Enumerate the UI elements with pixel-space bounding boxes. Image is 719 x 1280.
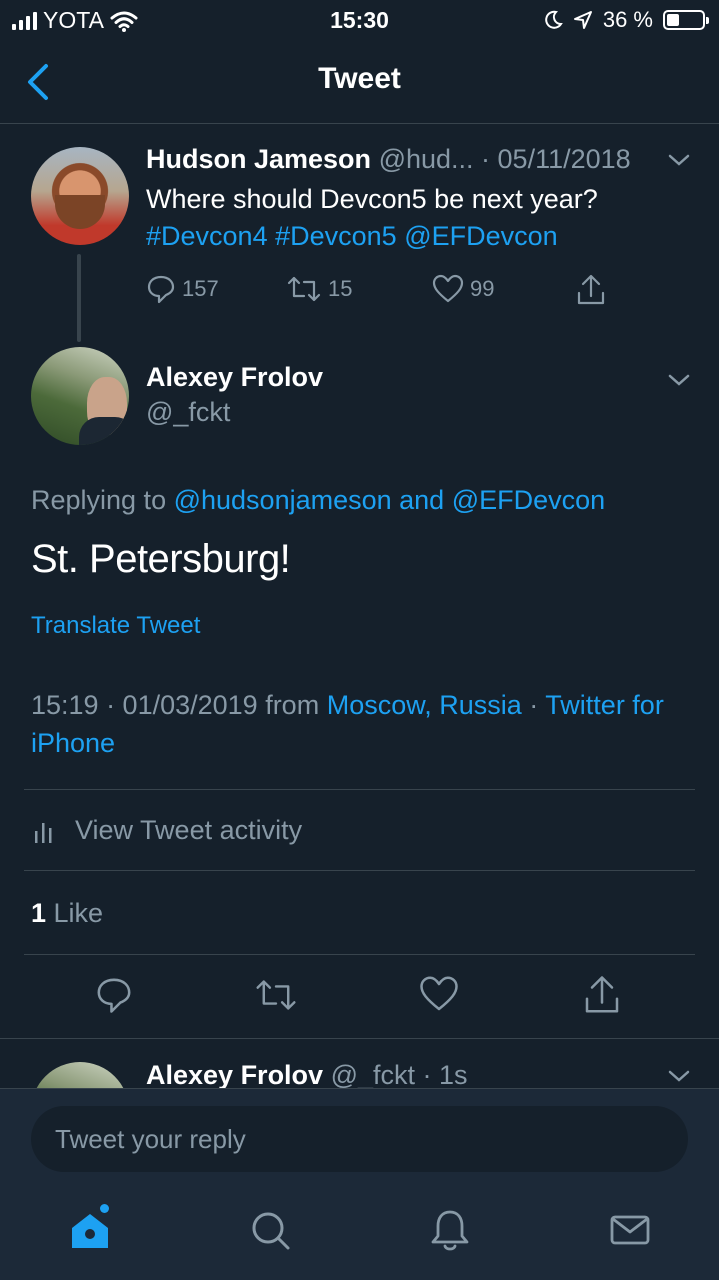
tweet-date: 05/11/2018: [497, 144, 631, 174]
replying-prefix: Replying to: [31, 485, 174, 515]
view-tweet-activity[interactable]: View Tweet activity: [33, 815, 302, 846]
divider: [24, 870, 695, 871]
nav-header: Tweet: [0, 40, 719, 124]
parent-tweet-text: Where should Devcon5 be next year? #Devc…: [146, 181, 686, 255]
status-right: 36 %: [543, 7, 709, 33]
tweet-body: Where should Devcon5 be next year?: [146, 184, 598, 214]
divider: [24, 954, 695, 955]
parent-tweet-header: Hudson Jameson @hud... · 05/11/2018: [146, 144, 631, 175]
author-name[interactable]: Alexey Frolov: [146, 362, 323, 393]
home-icon[interactable]: [68, 1208, 112, 1252]
retweet-count: 15: [328, 276, 353, 301]
likes-summary[interactable]: 1 Like: [31, 898, 103, 929]
reply-icon[interactable]: [95, 975, 133, 1015]
likes-count: 1: [31, 898, 47, 928]
divider: [24, 789, 695, 790]
separator: ·: [521, 690, 546, 720]
location-link[interactable]: Moscow, Russia: [327, 690, 522, 720]
author-name[interactable]: Alexey Frolov: [146, 1060, 323, 1090]
share-icon: [577, 274, 605, 305]
messages-icon[interactable]: [608, 1208, 652, 1252]
chevron-down-icon[interactable]: [667, 152, 691, 168]
author-handle[interactable]: @hud...: [379, 144, 474, 174]
share-button[interactable]: [576, 274, 606, 306]
author-handle[interactable]: @_fckt: [323, 1060, 415, 1090]
tweet-body: St. Petersburg!: [31, 537, 291, 581]
bar-chart-icon: [35, 822, 52, 843]
new-content-dot: [100, 1204, 109, 1213]
tweet-meta: 15:19 · 01/03/2019 from Moscow, Russia ·…: [31, 686, 691, 762]
mention-link[interactable]: @EFDevcon: [452, 485, 605, 515]
location-icon: [573, 11, 592, 29]
author-name[interactable]: Hudson Jameson: [146, 144, 371, 174]
avatar[interactable]: [31, 347, 129, 445]
hashtag-link[interactable]: #Devcon4: [146, 221, 268, 251]
tweet-actions: [0, 975, 719, 1021]
share-icon[interactable]: [583, 975, 621, 1015]
reply-icon: [147, 275, 175, 304]
retweet-button[interactable]: 15: [286, 274, 352, 304]
reply-count: 157: [182, 276, 219, 301]
author-handle[interactable]: @_fckt: [146, 397, 230, 428]
tab-bar: [0, 1188, 719, 1280]
separator: ·: [473, 144, 498, 174]
heart-icon: [432, 274, 464, 303]
reply-button[interactable]: 157: [146, 274, 219, 304]
heart-icon[interactable]: [419, 975, 459, 1013]
like-count: 99: [470, 276, 495, 301]
replying-to: Replying to @hudsonjameson and @EFDevcon: [31, 485, 605, 516]
search-icon[interactable]: [248, 1208, 292, 1252]
retweet-icon[interactable]: [254, 975, 298, 1015]
reply-bar: [0, 1088, 719, 1188]
view-tweet-activity-label: View Tweet activity: [75, 815, 303, 845]
avatar[interactable]: [31, 147, 129, 245]
reply-input[interactable]: [31, 1106, 688, 1172]
chevron-down-icon[interactable]: [667, 1068, 691, 1084]
replying-and: and: [391, 485, 452, 515]
status-bar: YOTA 15:30 36 %: [0, 0, 719, 40]
likes-label: Like: [46, 898, 104, 928]
tweet-time: · 1s: [415, 1060, 468, 1090]
parent-tweet-actions: 157 15 99: [146, 274, 616, 306]
chevron-down-icon[interactable]: [667, 372, 691, 388]
hashtag-link[interactable]: #Devcon5: [275, 221, 397, 251]
translate-tweet-link[interactable]: Translate Tweet: [31, 612, 200, 640]
tweet-timestamp: 15:19 · 01/03/2019 from: [31, 690, 327, 720]
like-button[interactable]: 99: [432, 274, 494, 304]
mention-link[interactable]: @EFDevcon: [404, 221, 557, 251]
moon-icon: [545, 10, 563, 29]
retweet-icon: [287, 276, 321, 302]
battery-percent: 36 %: [602, 7, 653, 32]
page-title: Tweet: [318, 62, 401, 95]
mention-link[interactable]: @hudsonjameson: [174, 485, 392, 515]
divider: [0, 1038, 719, 1039]
notifications-icon[interactable]: [428, 1208, 472, 1252]
battery-icon: [663, 10, 709, 30]
reply-tweet-header: Alexey Frolov @_fckt · 1s: [146, 1060, 468, 1091]
thread-line: [77, 254, 81, 342]
